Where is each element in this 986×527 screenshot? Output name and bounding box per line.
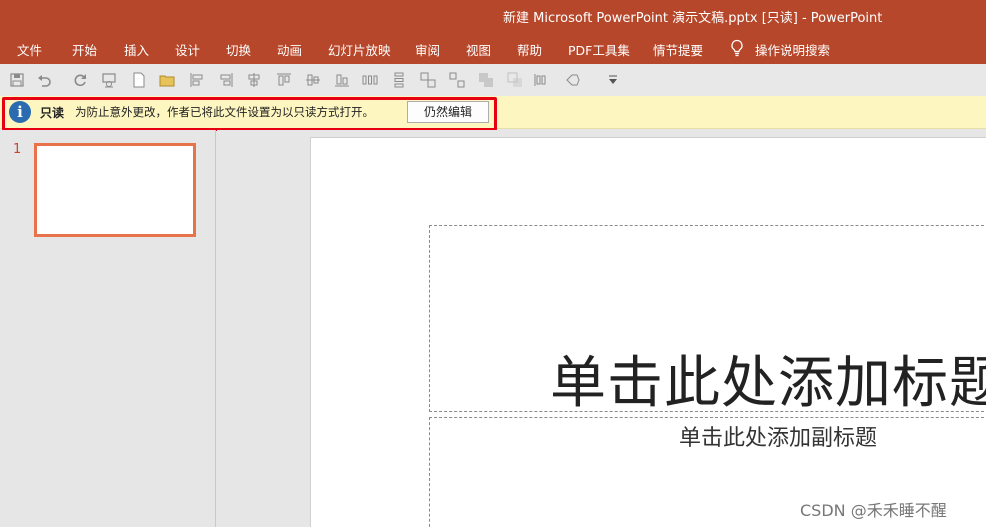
tab-insert[interactable]: 插入 bbox=[124, 40, 149, 59]
tab-design[interactable]: 设计 bbox=[175, 40, 200, 59]
title-placeholder[interactable]: 单击此处添加标题 bbox=[429, 225, 986, 412]
title-placeholder-text: 单击此处添加标题 bbox=[550, 351, 986, 412]
align-center-icon[interactable] bbox=[246, 72, 262, 88]
tab-slideshow[interactable]: 幻灯片放映 bbox=[328, 40, 391, 59]
open-folder-icon[interactable] bbox=[159, 72, 175, 88]
bring-forward-icon[interactable] bbox=[478, 72, 494, 88]
tab-storyboard[interactable]: 情节提要 bbox=[653, 40, 703, 59]
group-icon[interactable] bbox=[420, 72, 436, 88]
send-backward-icon[interactable] bbox=[507, 72, 523, 88]
read-only-message: 为防止意外更改，作者已将此文件设置为以只读方式打开。 bbox=[75, 105, 374, 119]
tab-animations[interactable]: 动画 bbox=[277, 40, 302, 59]
slide-thumbnails-pane: 1 bbox=[0, 130, 216, 527]
tab-home[interactable]: 开始 bbox=[72, 40, 97, 59]
save-icon[interactable] bbox=[9, 72, 25, 88]
tab-review[interactable]: 审阅 bbox=[415, 40, 440, 59]
title-bar: 新建 Microsoft PowerPoint 演示文稿.pptx [只读] -… bbox=[0, 0, 986, 30]
quick-access-toolbar bbox=[0, 64, 986, 96]
subtitle-placeholder-text: 单击此处添加副标题 bbox=[679, 426, 878, 451]
tab-help[interactable]: 帮助 bbox=[517, 40, 542, 59]
new-file-icon[interactable] bbox=[131, 72, 147, 88]
tell-me-search[interactable]: 操作说明搜索 bbox=[755, 40, 830, 59]
edit-anyway-button[interactable]: 仍然编辑 bbox=[407, 101, 489, 123]
info-icon: i bbox=[9, 101, 31, 123]
undo-icon[interactable] bbox=[36, 72, 52, 88]
shapes-icon[interactable] bbox=[565, 72, 581, 88]
distribute-vertical-icon[interactable] bbox=[391, 72, 407, 88]
distribute-horizontal-icon[interactable] bbox=[362, 72, 378, 88]
customize-dropdown-icon[interactable] bbox=[605, 72, 621, 88]
read-only-label: 只读 bbox=[40, 106, 65, 120]
tab-view[interactable]: 视图 bbox=[466, 40, 491, 59]
tab-file[interactable]: 文件 bbox=[17, 40, 42, 59]
slide-thumbnail[interactable] bbox=[34, 143, 196, 237]
ribbon-tabs: 文件 开始 插入 设计 切换 动画 幻灯片放映 审阅 视图 帮助 PDF工具集 … bbox=[0, 30, 986, 64]
presentation-icon[interactable] bbox=[101, 72, 117, 88]
align-right-icon[interactable] bbox=[218, 72, 234, 88]
align-bottom-icon[interactable] bbox=[334, 72, 350, 88]
align-left-icon[interactable] bbox=[189, 72, 205, 88]
read-only-info-bar: i 只读 为防止意外更改，作者已将此文件设置为以只读方式打开。 仍然编辑 bbox=[0, 96, 986, 131]
ungroup-icon[interactable] bbox=[449, 72, 465, 88]
align-top-icon[interactable] bbox=[276, 72, 292, 88]
tab-pdf-tools[interactable]: PDF工具集 bbox=[568, 40, 630, 59]
align-middle-icon[interactable] bbox=[305, 72, 321, 88]
slide-canvas[interactable]: 单击此处添加标题 单击此处添加副标题 bbox=[310, 137, 986, 527]
redo-icon[interactable] bbox=[72, 72, 88, 88]
tab-transitions[interactable]: 切换 bbox=[226, 40, 251, 59]
slide-editor: 单击此处添加标题 单击此处添加副标题 bbox=[217, 130, 986, 527]
slide-number: 1 bbox=[13, 142, 22, 157]
lightbulb-icon[interactable] bbox=[729, 39, 745, 57]
window-title: 新建 Microsoft PowerPoint 演示文稿.pptx [只读] -… bbox=[503, 11, 883, 26]
watermark: CSDN @禾禾睡不醒 bbox=[800, 501, 947, 520]
distribute-icon[interactable] bbox=[533, 72, 549, 88]
